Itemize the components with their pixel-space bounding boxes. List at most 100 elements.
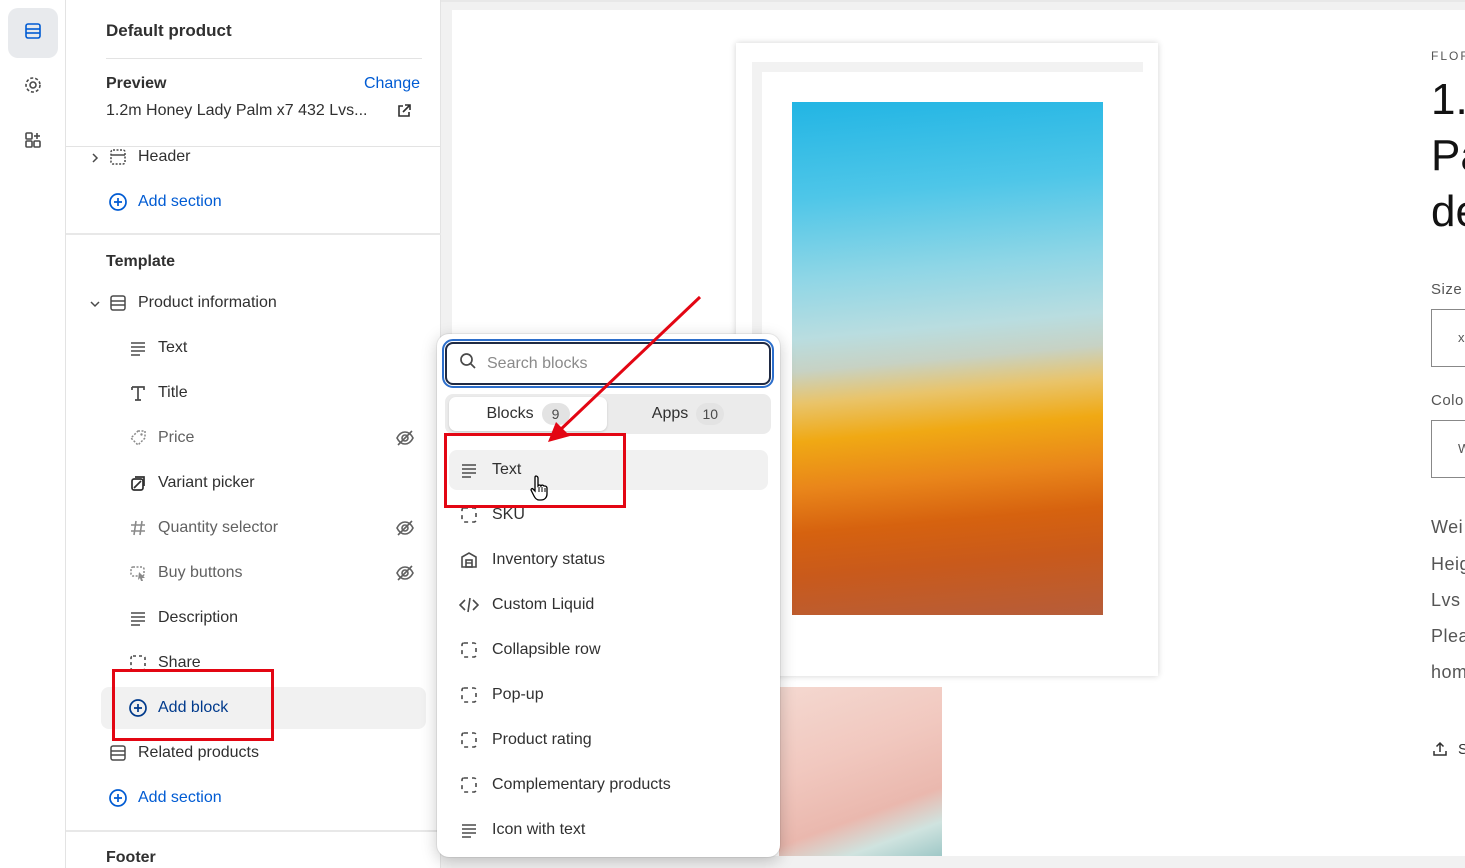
- code-icon: [459, 595, 479, 615]
- tab-switcher: Blocks 9 Apps 10: [445, 394, 771, 434]
- tab-count-badge: 9: [541, 403, 570, 425]
- block-option-label: Inventory status: [492, 551, 605, 568]
- block-option-pop-up[interactable]: Pop-up: [449, 675, 768, 715]
- text-lines-icon: [459, 460, 479, 480]
- product-title-line: 1.: [1431, 75, 1465, 124]
- block-label: Text: [158, 339, 188, 356]
- block-option-label: Pop-up: [492, 686, 544, 703]
- search-blocks-input[interactable]: [487, 354, 747, 373]
- eye-off-icon[interactable]: [395, 429, 415, 452]
- block-option-icon-with-text[interactable]: Icon with text: [449, 810, 768, 850]
- preview-product-name: 1.2m Honey Lady Palm x7 432 Lvs...: [106, 102, 368, 119]
- block-price[interactable]: Price: [128, 418, 194, 458]
- hand-pointer-icon: [530, 474, 550, 507]
- color-label: Colo: [1431, 392, 1464, 409]
- block-share[interactable]: Share: [128, 643, 201, 683]
- section-header-label: Header: [138, 148, 191, 165]
- dashed-square-icon: [459, 685, 479, 705]
- section-icon: [108, 743, 128, 763]
- add-section-label: Add section: [138, 193, 222, 210]
- template-title: Default product: [106, 21, 232, 40]
- size-select[interactable]: x: [1431, 309, 1465, 367]
- divider: [66, 830, 441, 832]
- price-tag-icon: [128, 428, 148, 448]
- add-section-label: Add section: [138, 789, 222, 806]
- description-line: Plea: [1431, 626, 1465, 646]
- product-title-line: de: [1431, 187, 1465, 236]
- sections-rail-button[interactable]: [8, 8, 58, 58]
- description-line: Heig: [1431, 554, 1465, 574]
- external-link-icon[interactable]: [396, 103, 412, 124]
- product-image[interactable]: [792, 102, 1103, 615]
- gear-icon: [23, 75, 43, 100]
- block-label: Description: [158, 609, 239, 626]
- warehouse-icon: [459, 550, 479, 570]
- add-block-button[interactable]: Add block: [128, 688, 228, 728]
- size-value: x: [1458, 330, 1465, 345]
- footer-heading: Footer: [106, 849, 156, 866]
- change-preview-link[interactable]: Change: [364, 75, 420, 93]
- search-field[interactable]: [442, 339, 774, 388]
- eye-off-icon[interactable]: [395, 564, 415, 587]
- add-section-button-header[interactable]: Add section: [108, 182, 222, 222]
- color-value: W: [1458, 441, 1465, 456]
- block-option-product-rating[interactable]: Product rating: [449, 720, 768, 760]
- block-text[interactable]: Text: [128, 328, 187, 368]
- section-header[interactable]: Header: [108, 137, 190, 177]
- description-line: Wei: [1431, 517, 1464, 537]
- apps-rail-button[interactable]: [8, 117, 58, 167]
- chevron-right-icon[interactable]: [88, 151, 102, 165]
- tab-label: Apps: [651, 405, 689, 422]
- block-title[interactable]: Title: [128, 373, 188, 413]
- tab-blocks[interactable]: Blocks 9: [449, 397, 607, 431]
- share-label: S: [1458, 741, 1465, 758]
- product-title-line: Pa: [1431, 131, 1465, 180]
- text-lines-icon: [459, 820, 479, 840]
- theme-editor: Default product Preview Change 1.2m Hone…: [0, 0, 1465, 868]
- search-icon: [459, 352, 477, 375]
- dashed-square-icon: [459, 640, 479, 660]
- template-heading: Template: [106, 253, 176, 270]
- icon-rail: [0, 0, 66, 868]
- preview-label: Preview: [106, 75, 167, 92]
- sections-sidebar: Default product Preview Change 1.2m Hone…: [66, 0, 441, 868]
- block-option-collapsible-row[interactable]: Collapsible row: [449, 630, 768, 670]
- section-icon: [108, 293, 128, 313]
- share-icon[interactable]: [1432, 741, 1448, 762]
- block-label: Share: [158, 654, 201, 671]
- chevron-down-icon[interactable]: [88, 297, 102, 311]
- color-select[interactable]: W: [1431, 420, 1465, 478]
- text-lines-icon: [128, 608, 148, 628]
- block-option-inventory-status[interactable]: Inventory status: [449, 540, 768, 580]
- eye-off-icon[interactable]: [395, 519, 415, 542]
- add-section-button-template[interactable]: Add section: [108, 778, 222, 818]
- section-label: Product information: [138, 294, 277, 311]
- size-label: Size: [1431, 281, 1463, 298]
- dashed-square-icon: [128, 653, 148, 673]
- block-option-custom-liquid[interactable]: Custom Liquid: [449, 585, 768, 625]
- top-border: [441, 0, 1465, 2]
- block-option-text[interactable]: Text: [449, 450, 768, 490]
- block-description[interactable]: Description: [128, 598, 238, 638]
- variant-icon: [128, 473, 148, 493]
- block-buy-buttons[interactable]: Buy buttons: [128, 553, 243, 593]
- cursor-click-icon: [128, 563, 148, 583]
- divider: [106, 58, 422, 59]
- block-label: Quantity selector: [158, 519, 279, 536]
- section-product-information[interactable]: Product information: [108, 283, 277, 323]
- block-option-sku[interactable]: SKU: [449, 495, 768, 535]
- settings-rail-button[interactable]: [8, 62, 58, 112]
- plus-circle-icon: [108, 192, 128, 212]
- hash-icon: [128, 518, 148, 538]
- block-option-complementary-products[interactable]: Complementary products: [449, 765, 768, 805]
- tab-apps[interactable]: Apps 10: [609, 397, 767, 431]
- block-label: Buy buttons: [158, 564, 243, 581]
- add-block-popover: Blocks 9 Apps 10 Text SKU Inventory stat…: [437, 334, 780, 857]
- section-related-products[interactable]: Related products: [108, 733, 259, 773]
- plus-circle-icon: [128, 698, 148, 718]
- product-thumbnail[interactable]: [779, 687, 942, 856]
- block-option-label: Complementary products: [492, 776, 671, 793]
- block-label: Title: [158, 384, 188, 401]
- block-quantity-selector[interactable]: Quantity selector: [128, 508, 278, 548]
- block-variant-picker[interactable]: Variant picker: [128, 463, 255, 503]
